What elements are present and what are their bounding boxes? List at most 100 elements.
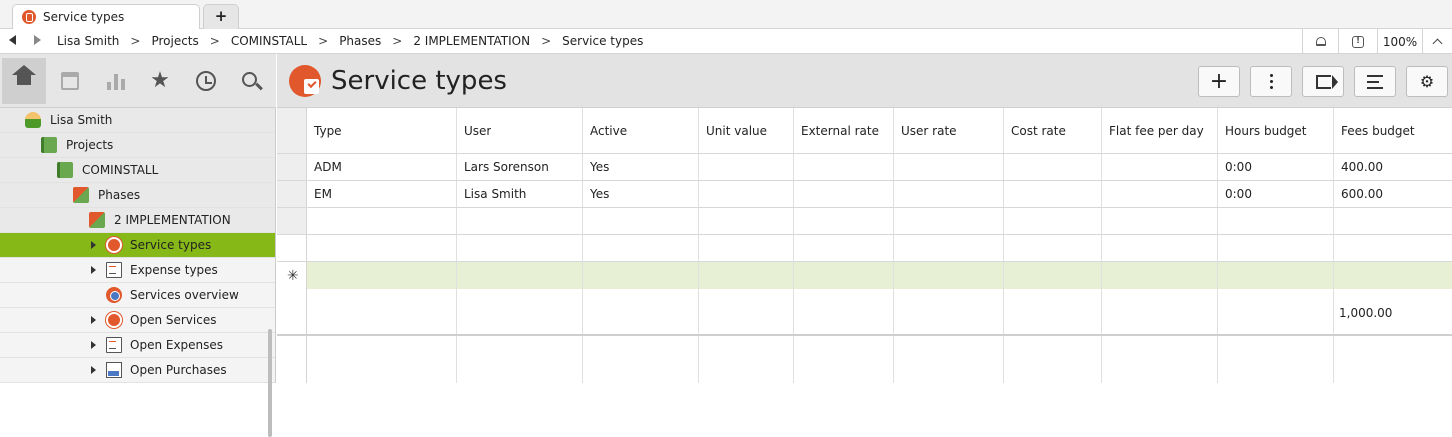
calendar-icon [61,72,79,90]
home-button[interactable] [2,58,46,104]
column-header-fees-budget[interactable]: Fees budget [1341,124,1415,138]
new-tab-button[interactable]: + [203,4,239,29]
grid-line [277,234,1452,235]
grid-line [277,180,1452,181]
back-arrow-icon[interactable] [9,35,16,45]
statistics-button[interactable] [94,58,138,104]
bell-icon [1315,37,1326,46]
column-header-external-rate[interactable]: External rate [801,124,879,138]
tree-item-cominstall[interactable]: COMINSTALL [0,158,275,183]
open-purchases-icon [106,362,122,378]
tree-item-2-implementation[interactable]: 2 IMPLEMENTATION [0,208,275,233]
column-header-type[interactable]: Type [314,124,342,138]
cell-hours-budget[interactable]: 0:00 [1225,160,1252,174]
expense-types-icon [106,262,122,278]
grid-line [1003,108,1004,383]
expand-arrow-icon[interactable] [91,341,96,349]
tree-item-label: Open Purchases [130,363,227,377]
settings-button[interactable]: ⚙ [1406,66,1448,97]
expand-arrow-icon[interactable] [91,316,96,324]
column-header-flat-fee-per-day[interactable]: Flat fee per day [1109,124,1204,138]
tree-item-phases[interactable]: Phases [0,183,275,208]
cell-user[interactable]: Lars Sorenson [464,160,549,174]
breadcrumb-item-current[interactable]: Service types [562,34,643,48]
star-icon: ★ [150,68,170,93]
gear-icon: ⚙ [1419,72,1435,91]
list-options-icon [1367,74,1383,89]
cell-hours-budget[interactable]: 0:00 [1225,187,1252,201]
new-row[interactable] [307,262,1452,289]
cell-type[interactable]: ADM [314,160,342,174]
forward-icon [1315,74,1338,89]
service-types-icon [289,65,321,97]
forward-arrow-icon[interactable] [34,35,41,45]
breadcrumb: Lisa Smith > Projects > COMINSTALL > Pha… [57,34,643,48]
cell-active[interactable]: Yes [590,187,609,201]
cell-user[interactable]: Lisa Smith [464,187,526,201]
cell-active[interactable]: Yes [590,160,609,174]
tab-service-types[interactable]: Service types [12,4,200,29]
breadcrumb-item[interactable]: COMINSTALL [231,34,307,48]
left-panel: ★ Lisa Smith Projects COMINSTALL Phases … [0,54,276,437]
project-icon [57,162,73,178]
expand-arrow-icon[interactable] [91,366,96,374]
tree-item-label: Phases [98,188,141,202]
expand-arrow-icon[interactable] [91,241,96,249]
tree-item-open-services[interactable]: Open Services [0,308,275,333]
column-header-cost-rate[interactable]: Cost rate [1011,124,1066,138]
breadcrumb-item[interactable]: Phases [339,34,381,48]
row-header[interactable] [277,181,307,207]
breadcrumb-separator: > [209,34,220,48]
cell-type[interactable]: EM [314,187,332,201]
column-header-unit-value[interactable]: Unit value [706,124,767,138]
new-row-icon: ✳ [287,268,299,284]
grid-line [1217,108,1218,383]
search-icon [241,71,257,87]
breadcrumb-item[interactable]: Projects [151,34,198,48]
history-button[interactable] [184,58,228,104]
add-button[interactable]: + [1198,66,1240,97]
search-button[interactable] [229,58,273,104]
cell-fees-budget[interactable]: 600.00 [1341,187,1383,201]
phases-icon [73,187,89,203]
grid-line [1333,108,1334,383]
tree-item-label: Open Services [130,313,217,327]
info-button[interactable]: ! [1338,29,1377,54]
navigation-tree: Lisa Smith Projects COMINSTALL Phases 2 … [0,108,275,383]
more-button[interactable] [1250,66,1292,97]
favorites-button[interactable]: ★ [138,58,182,104]
breadcrumb-separator: > [541,34,552,48]
notifications-button[interactable] [1302,29,1338,54]
breadcrumb-item[interactable]: 2 IMPLEMENTATION [413,34,530,48]
row-header[interactable] [277,154,307,180]
breadcrumb-item[interactable]: Lisa Smith [57,34,119,48]
tree-item-expense-types[interactable]: Expense types [0,258,275,283]
zoom-level[interactable]: 100% [1377,29,1422,54]
calendar-button[interactable] [48,58,92,104]
page-title: Service types [331,66,507,96]
cell-fees-budget[interactable]: 400.00 [1341,160,1383,174]
service-types-icon [106,237,122,253]
grid-line [893,108,894,383]
tree-item-open-expenses[interactable]: Open Expenses [0,333,275,358]
tree-item-lisa-smith[interactable]: Lisa Smith [0,108,275,133]
column-header-active[interactable]: Active [590,124,627,138]
breadcrumb-separator: > [318,34,329,48]
grid-line [1101,108,1102,383]
row-header[interactable] [277,208,307,235]
zoom-dropdown[interactable] [1422,29,1452,54]
tree-item-open-purchases[interactable]: Open Purchases [0,358,275,383]
phase-icon [89,212,105,228]
tree-item-label: Service types [130,238,212,252]
list-options-button[interactable] [1354,66,1396,97]
tree-item-services-overview[interactable]: Services overview [0,283,275,308]
column-header-hours-budget[interactable]: Hours budget [1225,124,1307,138]
tree-item-projects[interactable]: Projects [0,133,275,158]
add-icon: + [1209,68,1229,94]
forward-button[interactable] [1302,66,1344,97]
column-header-user-rate[interactable]: User rate [901,124,957,138]
tree-item-service-types[interactable]: Service types [0,233,275,258]
tree-scrollbar[interactable] [268,329,272,437]
column-header-user[interactable]: User [464,124,491,138]
expand-arrow-icon[interactable] [91,266,96,274]
